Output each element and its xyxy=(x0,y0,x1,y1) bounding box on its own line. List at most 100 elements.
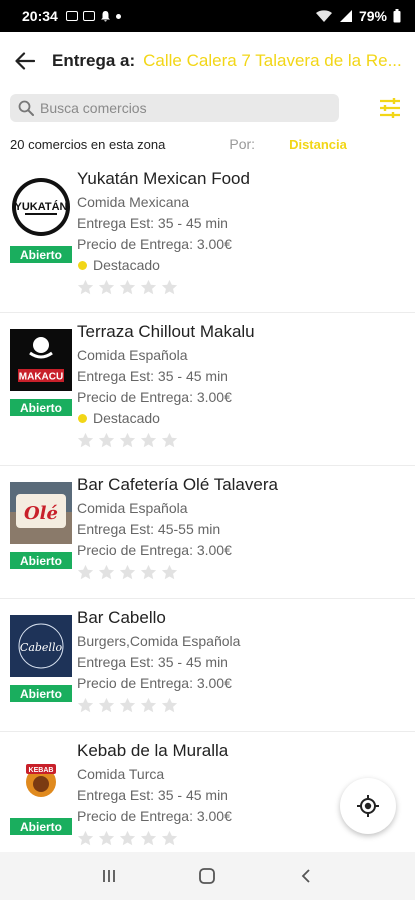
star-icon xyxy=(140,564,157,580)
notification-icons xyxy=(65,10,121,22)
battery-level: 79% xyxy=(358,8,387,24)
rating-stars xyxy=(77,564,407,581)
restaurant-card[interactable]: Cabello Abierto Bar Cabello Burgers,Comi… xyxy=(0,599,415,732)
sort-selector[interactable]: Distancia xyxy=(289,137,347,152)
rating-stars xyxy=(77,697,407,714)
delivery-header: Entrega a: Calle Calera 7 Talavera de la… xyxy=(0,32,415,90)
delivery-fee: Precio de Entrega: 3.00€ xyxy=(77,675,232,691)
delivery-fee: Precio de Entrega: 3.00€ xyxy=(77,389,232,405)
crosshair-icon xyxy=(357,795,379,817)
star-icon xyxy=(98,697,115,713)
bell-icon xyxy=(100,11,110,22)
star-icon xyxy=(98,279,115,295)
laptop-icon xyxy=(82,11,95,21)
home-icon xyxy=(199,868,216,884)
svg-text:MAKACU: MAKACU xyxy=(19,372,63,383)
restaurant-name: Bar Cabello xyxy=(77,608,166,627)
ole-logo: Olé xyxy=(10,482,72,544)
star-icon xyxy=(77,279,94,295)
restaurant-card[interactable]: Olé Abierto Bar Cafetería Olé Talavera C… xyxy=(0,466,415,599)
star-icon xyxy=(161,830,178,846)
svg-text:Olé: Olé xyxy=(24,503,58,524)
delivery-address[interactable]: Calle Calera 7 Talavera de la Re... xyxy=(143,51,405,71)
star-icon xyxy=(140,432,157,448)
restaurant-name: Kebab de la Muralla xyxy=(77,741,229,760)
star-icon xyxy=(140,830,157,846)
delivery-eta: Entrega Est: 45-55 min xyxy=(77,521,221,537)
sort-label: Por: xyxy=(229,136,256,152)
star-icon xyxy=(140,279,157,295)
star-icon xyxy=(98,564,115,580)
svg-text:KEBAB: KEBAB xyxy=(29,767,54,774)
gallery-icon xyxy=(65,11,78,21)
cabello-logo: Cabello xyxy=(10,615,72,677)
restaurant-category: Burgers,Comida Española xyxy=(77,633,241,649)
delivery-fee: Precio de Entrega: 3.00€ xyxy=(77,542,232,558)
status-right: 79% xyxy=(315,8,401,24)
star-icon xyxy=(119,279,136,295)
featured-label: Destacado xyxy=(93,410,160,426)
battery-icon xyxy=(393,9,401,23)
featured-tag: Destacado xyxy=(77,408,407,429)
sliders-icon xyxy=(380,98,400,118)
more-notifications-icon xyxy=(115,13,121,19)
search-input[interactable] xyxy=(40,100,330,116)
star-icon xyxy=(77,830,94,846)
star-icon xyxy=(119,697,136,713)
restaurant-name: Bar Cafetería Olé Talavera xyxy=(77,475,278,494)
kebab-logo: KEBAB xyxy=(10,748,72,810)
back-button[interactable] xyxy=(12,48,38,74)
home-button[interactable] xyxy=(187,856,227,896)
filter-button[interactable] xyxy=(375,93,405,123)
star-icon xyxy=(161,564,178,580)
system-back-button[interactable] xyxy=(286,856,326,896)
restaurant-category: Comida Española xyxy=(77,500,188,516)
search-box[interactable] xyxy=(10,94,339,122)
star-icon xyxy=(161,432,178,448)
restaurant-name: Yukatán Mexican Food xyxy=(77,169,250,188)
system-nav-bar xyxy=(0,852,415,900)
delivery-fee: Precio de Entrega: 3.00€ xyxy=(77,236,232,252)
restaurant-list: YUKATÁN Abierto Yukatán Mexican Food Com… xyxy=(0,160,415,865)
results-count: 20 comercios en esta zona xyxy=(10,136,166,152)
star-icon xyxy=(98,432,115,448)
rating-stars xyxy=(77,279,407,296)
chevron-left-icon xyxy=(301,869,310,883)
star-icon xyxy=(77,564,94,580)
featured-tag: Destacado xyxy=(77,255,407,276)
star-icon xyxy=(77,432,94,448)
search-icon xyxy=(18,100,34,116)
star-icon xyxy=(161,279,178,295)
open-status-badge: Abierto xyxy=(10,685,72,702)
arrow-left-icon xyxy=(15,52,35,70)
open-status-badge: Abierto xyxy=(10,818,72,835)
open-status-badge: Abierto xyxy=(10,246,72,263)
featured-dot-icon xyxy=(78,261,87,270)
open-status-badge: Abierto xyxy=(10,552,72,569)
restaurant-category: Comida Española xyxy=(77,347,188,363)
delivery-label: Entrega a: xyxy=(52,51,136,70)
yukatan-logo: YUKATÁN xyxy=(10,176,72,238)
svg-text:YUKATÁN: YUKATÁN xyxy=(15,200,68,213)
results-summary: 20 comercios en esta zona Por: Distancia xyxy=(10,135,405,153)
recent-apps-icon xyxy=(103,870,116,882)
search-row xyxy=(10,93,405,123)
featured-label: Destacado xyxy=(93,257,160,273)
delivery-eta: Entrega Est: 35 - 45 min xyxy=(77,215,228,231)
rating-stars xyxy=(77,432,407,449)
status-time: 20:34 xyxy=(22,8,58,24)
restaurant-card[interactable]: YUKATÁN Abierto Yukatán Mexican Food Com… xyxy=(0,160,415,313)
featured-dot-icon xyxy=(78,414,87,423)
star-icon xyxy=(98,830,115,846)
restaurant-name: Terraza Chillout Makalu xyxy=(77,322,255,341)
restaurant-card[interactable]: MAKACU Abierto Terraza Chillout Makalu C… xyxy=(0,313,415,466)
star-icon xyxy=(77,697,94,713)
signal-icon xyxy=(339,10,352,22)
star-icon xyxy=(119,564,136,580)
delivery-eta: Entrega Est: 35 - 45 min xyxy=(77,368,228,384)
my-location-button[interactable] xyxy=(340,778,396,834)
star-icon xyxy=(119,432,136,448)
recent-apps-button[interactable] xyxy=(89,856,129,896)
open-status-badge: Abierto xyxy=(10,399,72,416)
star-icon xyxy=(140,697,157,713)
